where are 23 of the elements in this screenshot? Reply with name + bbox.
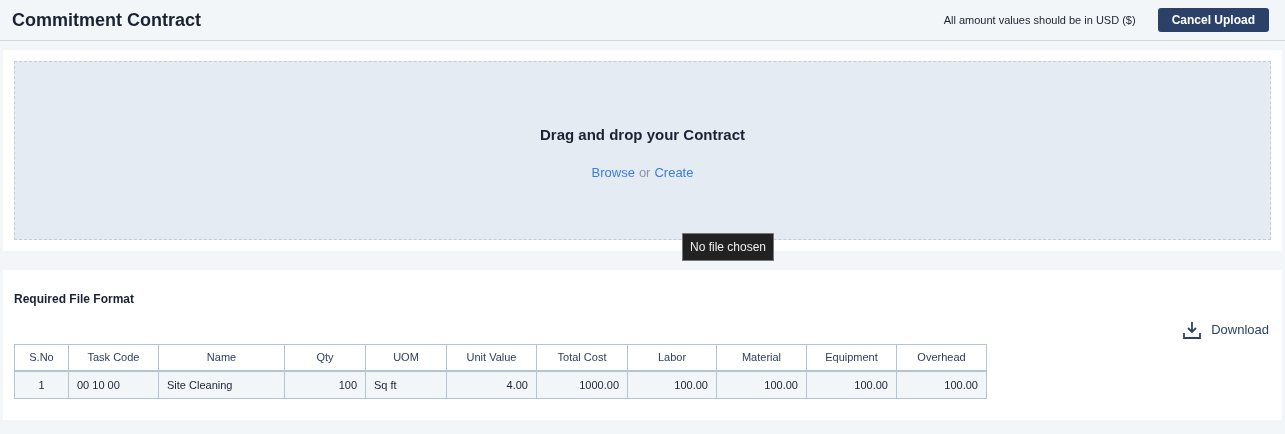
drop-zone[interactable]: Drag and drop your Contract Browse or Create bbox=[14, 61, 1271, 240]
download-link[interactable]: Download bbox=[1183, 320, 1269, 340]
download-icon bbox=[1183, 320, 1202, 339]
table-cell: 100 bbox=[284, 371, 366, 398]
table-cell: 00 10 00 bbox=[68, 371, 159, 398]
browse-link[interactable]: Browse bbox=[591, 162, 635, 182]
cancel-upload-button[interactable]: Cancel Upload bbox=[1157, 8, 1269, 32]
table-cell: 1 bbox=[14, 371, 69, 398]
table-cell: Sq ft bbox=[365, 371, 447, 398]
table-cell: 100.00 bbox=[806, 371, 897, 398]
drop-heading: Drag and drop your Contract bbox=[540, 125, 745, 145]
section-title: Required File Format bbox=[14, 291, 136, 308]
table-cell: 1000.00 bbox=[536, 371, 628, 398]
table-cell: Site Cleaning bbox=[158, 371, 285, 398]
page-title: Commitment Contract bbox=[12, 8, 201, 32]
separator-text: or bbox=[638, 163, 651, 182]
create-link[interactable]: Create bbox=[654, 162, 694, 182]
table-cell: 100.00 bbox=[627, 371, 717, 398]
currency-note: All amount values should be in USD ($) bbox=[943, 12, 1136, 28]
table-cell: 4.00 bbox=[446, 371, 537, 398]
table-cell: 100.00 bbox=[716, 371, 807, 398]
table-cell: 100.00 bbox=[896, 371, 987, 398]
tooltip: No file chosen bbox=[682, 233, 775, 261]
